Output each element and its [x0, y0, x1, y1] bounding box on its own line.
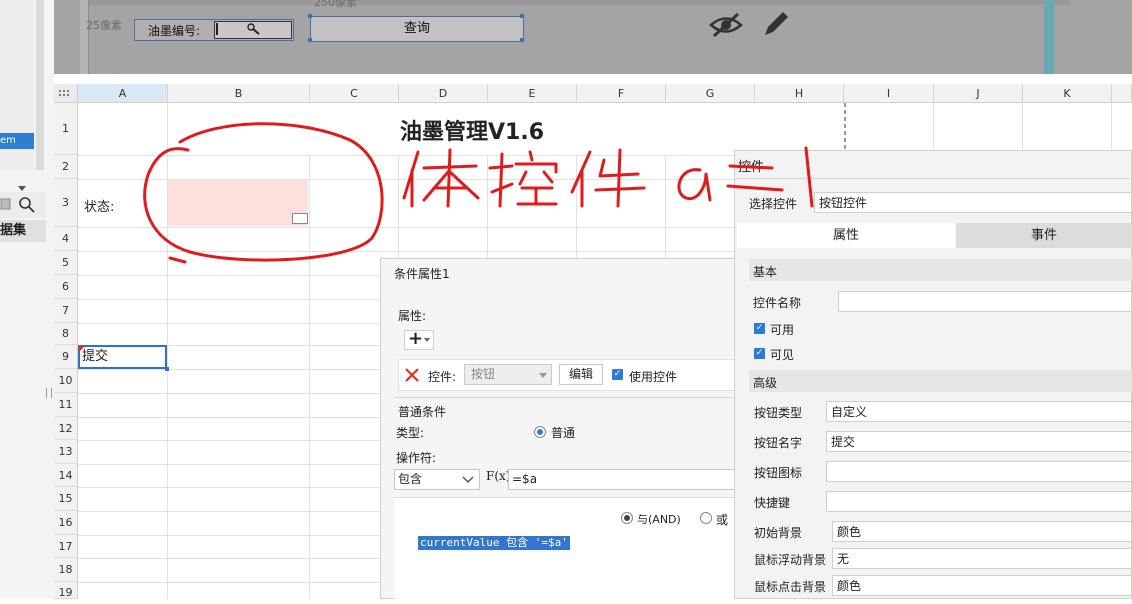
- handwritten-annotation: [143, 122, 814, 264]
